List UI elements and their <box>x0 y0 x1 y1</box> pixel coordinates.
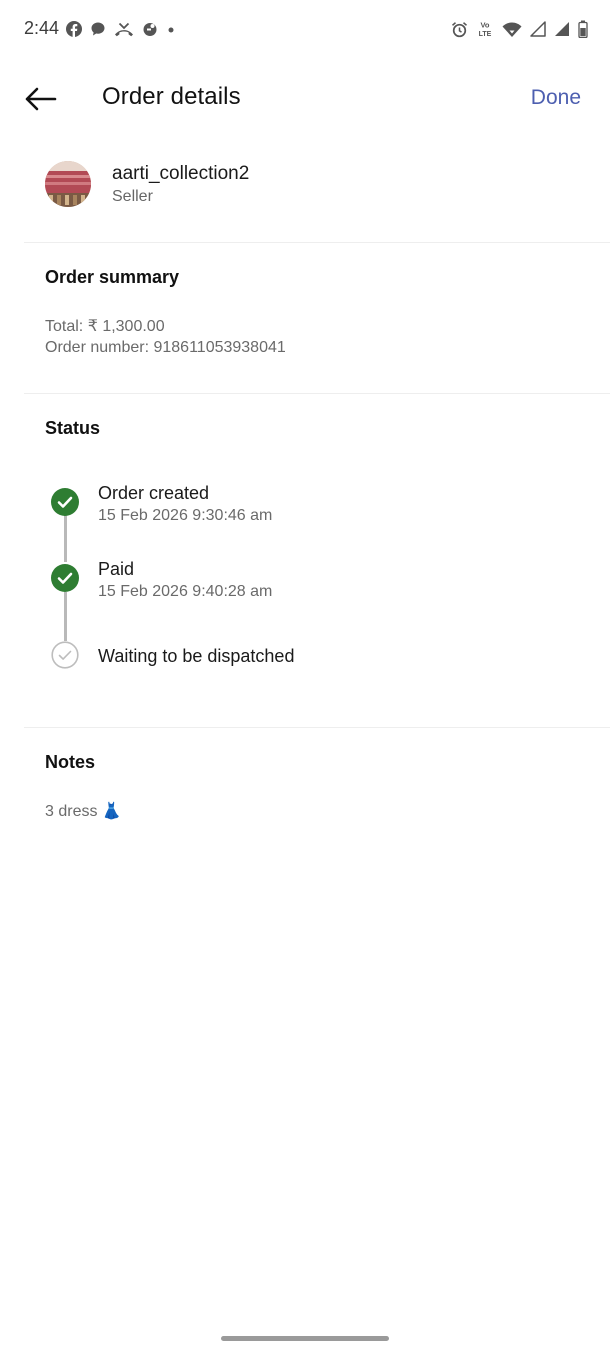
wifi-icon <box>502 22 522 37</box>
svg-text:Vo: Vo <box>480 21 489 30</box>
status-step-title: Waiting to be dispatched <box>98 646 295 666</box>
battery-icon <box>578 20 588 38</box>
page-title: Order details <box>102 83 241 110</box>
seller-role: Seller <box>112 188 153 205</box>
divider <box>24 242 610 243</box>
check-circle-icon <box>51 488 79 516</box>
status-notification-icons <box>66 20 176 38</box>
more-dot-icon <box>168 27 174 33</box>
status-step-time: 15 Feb 2026 9:40:28 am <box>98 583 273 600</box>
seller-name: aarti_collection2 <box>112 163 250 184</box>
done-button[interactable]: Done <box>531 86 581 110</box>
status-heading: Status <box>45 418 101 438</box>
app-notification-icon <box>143 23 157 36</box>
signal-icon <box>530 21 546 37</box>
signal-icon <box>555 22 569 36</box>
back-button[interactable] <box>20 82 60 116</box>
divider <box>24 727 610 728</box>
status-step-time: 15 Feb 2026 9:30:46 am <box>98 507 273 524</box>
alarm-icon <box>451 21 468 37</box>
order-summary-heading: Order summary <box>45 267 180 287</box>
pending-check-circle-icon <box>51 641 79 669</box>
chat-icon <box>91 22 105 36</box>
facebook-icon <box>66 21 82 37</box>
arrow-left-icon <box>25 87 57 111</box>
divider <box>24 393 610 394</box>
gesture-navigation-bar[interactable] <box>221 1336 389 1341</box>
notes-heading: Notes <box>45 752 96 772</box>
seller-avatar-image <box>45 161 91 207</box>
timeline-connector <box>64 515 67 562</box>
timeline-connector <box>64 592 67 641</box>
order-number: Order number: 918611053938041 <box>45 339 286 356</box>
order-total: Total: ₹ 1,300.00 <box>45 318 165 335</box>
check-circle-icon <box>51 564 79 592</box>
volte-icon: Vo LTE <box>479 21 492 39</box>
status-time: 2:44 <box>24 18 60 38</box>
notes-text: 3 dress 👗 <box>45 803 122 820</box>
avatar[interactable] <box>45 161 91 207</box>
order-details-screen: 2:44 Vo LTE Order details Done aarti_col… <box>0 0 610 1356</box>
status-bar: 2:44 Vo LTE <box>0 0 610 58</box>
svg-text:LTE: LTE <box>479 31 492 38</box>
status-step-title: Order created <box>98 483 210 503</box>
app-header: Order details Done <box>0 62 610 134</box>
missed-call-icon <box>115 22 133 37</box>
status-step-title: Paid <box>98 559 135 579</box>
status-system-icons: Vo LTE <box>451 19 588 39</box>
seller-row[interactable]: aarti_collection2 Seller <box>0 150 610 230</box>
